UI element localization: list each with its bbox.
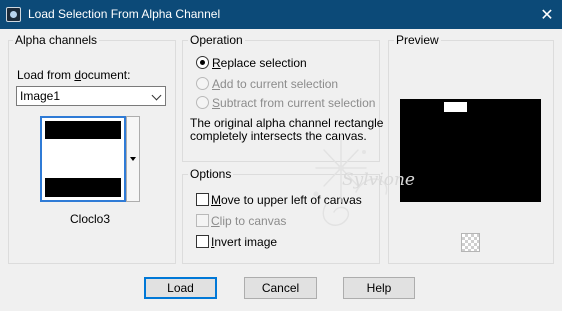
preview-canvas [400,99,541,202]
channel-dropdown-button[interactable] [126,116,140,202]
channel-thumbnail[interactable] [40,116,126,202]
replace-selection-label[interactable]: Replace selection [212,56,307,70]
clip-to-canvas-label[interactable]: Clip to canvas [211,214,286,228]
invert-image-checkbox[interactable] [196,235,209,248]
add-to-selection-label[interactable]: Add to current selection [212,77,338,91]
operation-legend: Operation [188,33,245,47]
preview-selection [444,102,467,112]
alpha-channels-legend: Alpha channels [13,33,100,47]
document-select[interactable]: Image1 [16,86,166,106]
watermark-text: Sylvione [342,170,415,190]
window-title: Load Selection From Alpha Channel [28,7,221,21]
cancel-button[interactable]: Cancel [244,277,317,299]
invert-image-label[interactable]: Invert image [211,235,277,249]
intersection-message: The original alpha channel rectangle com… [190,116,384,143]
move-to-upper-left-label[interactable]: Move to upper left of canvas [211,193,362,207]
close-button[interactable]: ✕ [532,0,562,29]
load-button[interactable]: Load [144,277,217,299]
options-legend: Options [188,167,234,181]
channel-thumbnail-image [45,121,121,197]
replace-selection-radio[interactable] [196,56,209,69]
add-to-selection-radio[interactable] [196,77,209,90]
subtract-from-selection-radio[interactable] [196,96,209,109]
chevron-down-icon [151,90,162,101]
subtract-from-selection-label[interactable]: Subtract from current selection [212,96,375,110]
channel-name: Cloclo3 [69,212,111,226]
document-select-value: Image1 [20,89,61,103]
title-bar: Load Selection From Alpha Channel ✕ [0,0,562,29]
help-button[interactable]: Help [343,277,415,299]
app-icon [6,7,21,22]
preview-legend: Preview [394,33,441,47]
transparency-toggle-icon[interactable] [461,233,480,252]
move-to-upper-left-checkbox[interactable] [196,193,209,206]
clip-to-canvas-checkbox[interactable] [196,214,209,227]
load-from-label: Load from document: [17,68,131,82]
